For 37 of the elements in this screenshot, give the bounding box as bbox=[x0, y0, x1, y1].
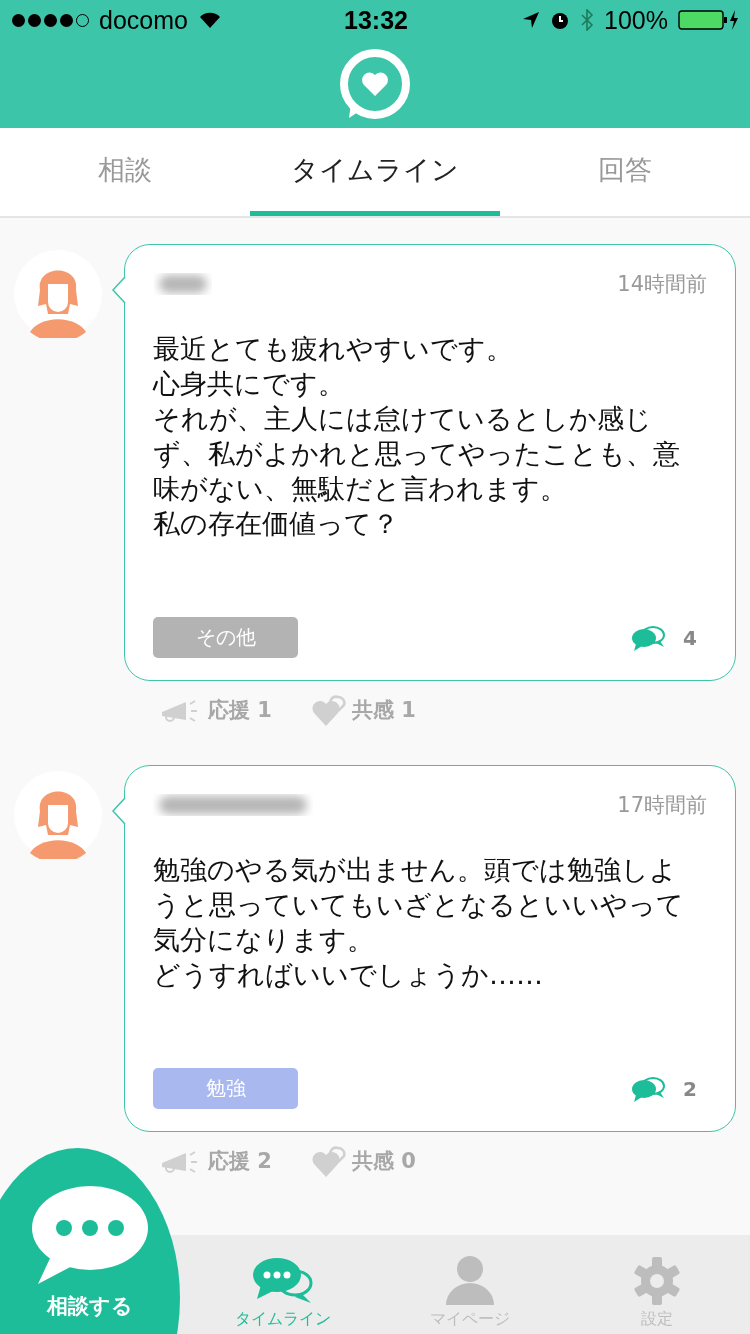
hearts-icon bbox=[311, 693, 346, 727]
post-text: 最近とても疲れやすいです。 心身共にです。 それが、主人には怠けているとしか感じず、私がよかれと思ってやったことも、意味がない、無駄だと言われます。 私の存在価値って？ bbox=[153, 332, 681, 541]
category-tag[interactable]: その他 bbox=[153, 617, 298, 658]
avatar-icon[interactable] bbox=[14, 250, 102, 338]
cheer-button[interactable]: 応援 1 bbox=[160, 693, 272, 727]
post-text: 勉強のやる気が出ません。頭では勉強しようと思っていてもいざとなるといいやって気分になります。 どうすればいいでしょうか…… bbox=[153, 853, 685, 992]
bubble-tail bbox=[112, 276, 126, 304]
empathy-button[interactable]: 共感 1 bbox=[311, 693, 416, 727]
tab[interactable]: タイムライン bbox=[250, 128, 500, 216]
bluetooth-icon bbox=[580, 9, 595, 31]
location-arrow-icon bbox=[522, 11, 541, 29]
comment-count: 4 bbox=[683, 625, 697, 650]
hearts-icon bbox=[311, 1144, 346, 1178]
tab[interactable]: 回答 bbox=[500, 128, 750, 216]
person-icon bbox=[445, 1255, 495, 1305]
category-tag[interactable]: 勉強 bbox=[153, 1068, 298, 1109]
comments-icon bbox=[631, 624, 666, 651]
comment-count: 2 bbox=[683, 1076, 697, 1101]
post-card[interactable]: 17時間前 勉強のやる気が出ません。頭では勉強しようと思っていてもいざとなるといいやって気分になります。 どうすればいいでしょうか…… 勉強 2 bbox=[124, 765, 736, 1132]
wifi-icon bbox=[197, 11, 222, 29]
clock-time: 13:32 bbox=[344, 5, 408, 35]
consult-button[interactable]: 相談する bbox=[0, 1148, 180, 1334]
bubble-tail bbox=[112, 797, 126, 825]
empathy-button[interactable]: 共感 0 bbox=[311, 1144, 416, 1178]
alarm-clock-icon bbox=[550, 10, 571, 30]
post-time: 17時間前 bbox=[617, 792, 707, 819]
bottom-tab[interactable]: タイムライン bbox=[190, 1235, 377, 1334]
battery-percent: 100% bbox=[604, 5, 668, 35]
heart-bubble-logo bbox=[339, 48, 411, 120]
avatar-icon[interactable] bbox=[14, 771, 102, 859]
settings-icon bbox=[632, 1257, 681, 1305]
tab[interactable]: 相談 bbox=[0, 128, 250, 216]
carrier-name: docomo bbox=[99, 5, 188, 35]
post-time: 14時間前 bbox=[617, 271, 707, 298]
comments-icon bbox=[631, 1075, 666, 1102]
battery-icon bbox=[678, 9, 740, 31]
post-card[interactable]: 14時間前 最近とても疲れやすいです。 心身共にです。 それが、主人には怠けているとしか感じず、私がよかれと思ってやったことも、意味がない、無駄だと言われます。 私の存在価値って？ その他 4 bbox=[124, 244, 736, 681]
